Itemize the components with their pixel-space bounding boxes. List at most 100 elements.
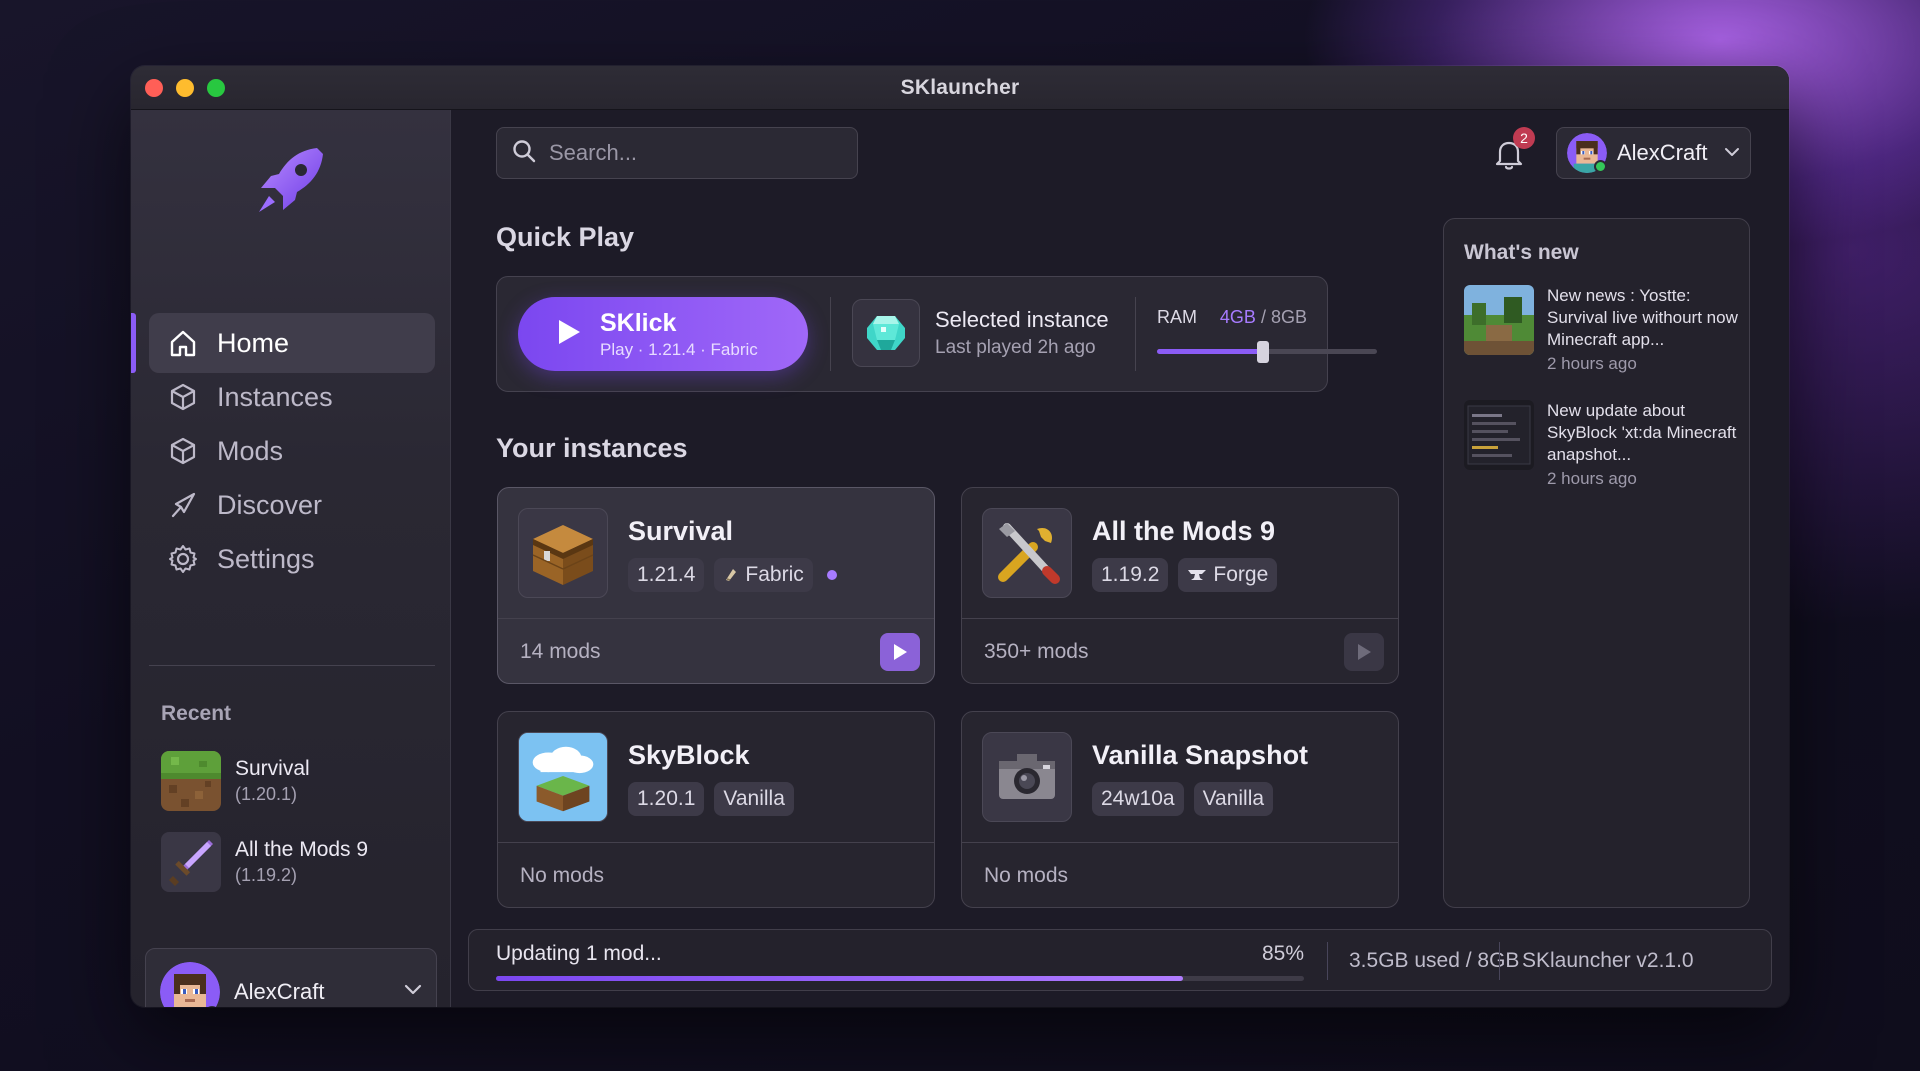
instance-card-all-the-mods-9[interactable]: All the Mods 9 1.19.2 Forge 350+ mods [961, 487, 1399, 684]
sidebar-item-mods[interactable]: Mods [149, 421, 435, 481]
instance-footer: 14 mods [498, 618, 934, 683]
instance-play-button[interactable] [880, 633, 920, 671]
loader-tag: Vanilla [714, 782, 794, 816]
app-version: SKlauncher v2.1.0 [1522, 949, 1694, 972]
mod-count: No mods [984, 864, 1069, 887]
active-dot [826, 570, 837, 580]
diamond-icon [852, 299, 920, 367]
selected-instance-title: Selected instance [935, 307, 1109, 332]
news-time: 2 hours ago [1547, 469, 1637, 488]
version-tag: 1.19.2 [1092, 558, 1169, 592]
title-bar: SKlauncher [131, 66, 1789, 110]
account-name: AlexCraft [1617, 140, 1708, 165]
sidebar-item-label: Settings [217, 543, 315, 574]
instance-footer: No mods [498, 842, 934, 907]
news-thumbnail [1464, 285, 1534, 355]
recent-item-all-the-mods-9[interactable]: All the Mods 9 (1.19.2) [161, 832, 368, 892]
version-tag: 1.20.1 [628, 782, 705, 816]
quick-play-heading: Quick Play [496, 222, 635, 252]
online-status-dot [1594, 160, 1607, 173]
grass-block-icon [161, 751, 221, 811]
quick-play-card: SKlick Play · 1.21.4 · Fabric Selected i… [496, 276, 1377, 392]
active-indicator [131, 313, 136, 373]
status-bar: Updating 1 mod... 85% 3.5GB used / 8GB S… [468, 929, 1772, 991]
sidebar-account-switcher[interactable]: AlexCraft [145, 948, 437, 1007]
ram-slider[interactable] [1157, 341, 1377, 363]
ram-allocated: 4GB [1219, 307, 1256, 327]
camera-icon [982, 732, 1072, 822]
recent-heading: Recent [161, 702, 232, 725]
whats-new-panel: What's new New news : Yostte: Survival l… [1443, 218, 1750, 908]
account-menu-button[interactable]: AlexCraft [1556, 127, 1751, 179]
sidebar-item-instances[interactable]: Instances [149, 367, 435, 427]
instance-name: Vanilla Snapshot [1092, 740, 1309, 770]
news-text: New news : Yostte: Survival live withour… [1547, 286, 1738, 349]
app-window: SKlauncher Home Instances Mods Discover … [131, 66, 1789, 1007]
avatar [160, 962, 220, 1007]
instance-tags: 1.20.1 Vanilla [628, 782, 794, 816]
home-icon [167, 327, 199, 359]
instance-name: SkyBlock [628, 740, 750, 770]
news-time: 2 hours ago [1547, 354, 1637, 373]
tools-icon [982, 508, 1072, 598]
account-name: AlexCraft [234, 979, 325, 1004]
sidebar-item-label: Mods [217, 435, 284, 466]
news-thumbnail [1464, 400, 1534, 470]
sword-icon [161, 832, 221, 892]
search-field[interactable] [496, 127, 858, 179]
chevron-down-icon [404, 983, 422, 1001]
chevron-down-icon [1724, 144, 1740, 162]
instance-play-button[interactable] [1344, 633, 1384, 671]
ram-value: 4GB / 8GB [1220, 307, 1307, 328]
sidebar-item-label: Home [217, 327, 290, 358]
instance-card-vanilla-snapshot[interactable]: Vanilla Snapshot 24w10a Vanilla No mods [961, 711, 1399, 908]
instance-card-survival[interactable]: Survival 1.21.4 Fabric 14 mods [497, 487, 935, 684]
mod-count: 350+ mods [984, 640, 1089, 663]
update-progress-fill [496, 976, 1183, 981]
loader-tag: Vanilla [1193, 782, 1274, 816]
instance-footer: 350+ mods [962, 618, 1398, 683]
instance-tags: 24w10a Vanilla [1092, 782, 1274, 816]
recent-item-version: (1.20.1) [235, 784, 298, 804]
play-button-title: SKlick [600, 308, 677, 337]
sidebar-item-label: Discover [217, 489, 323, 520]
avatar [1567, 133, 1607, 173]
divider [1135, 297, 1136, 371]
search-icon [511, 138, 537, 169]
recent-item-version: (1.19.2) [235, 865, 298, 885]
update-progress-bar [496, 976, 1304, 981]
sidebar-item-discover[interactable]: Discover [149, 475, 435, 535]
ram-label: RAM [1157, 307, 1197, 327]
recent-item-name: Survival [235, 757, 310, 780]
sidebar-divider [149, 665, 435, 666]
ram-slider-handle[interactable] [1256, 341, 1269, 363]
instance-name: Survival [628, 516, 734, 546]
skyblock-icon [518, 732, 608, 822]
sidebar: Home Instances Mods Discover Settings Re… [131, 110, 451, 1007]
sidebar-item-label: Instances [217, 381, 333, 412]
ram-slider-fill [1157, 349, 1263, 354]
compass-icon [167, 489, 199, 521]
play-icon [894, 644, 907, 660]
window-controls [145, 79, 225, 97]
notification-count-badge: 2 [1513, 127, 1535, 149]
sidebar-item-home[interactable]: Home [149, 313, 435, 373]
instance-card-skyblock[interactable]: SkyBlock 1.20.1 Vanilla No mods [497, 711, 935, 908]
news-item[interactable]: New news : Yostte: Survival live withour… [1464, 285, 1739, 374]
play-icon [556, 318, 582, 351]
news-item[interactable]: New update about SkyBlock 'xt:da Minecra… [1464, 400, 1739, 489]
update-percent: 85% [1262, 942, 1305, 965]
play-icon [1358, 644, 1371, 660]
recent-item-survival[interactable]: Survival (1.20.1) [161, 751, 310, 811]
quick-play-button[interactable]: SKlick Play · 1.21.4 · Fabric [518, 297, 808, 371]
search-input[interactable] [549, 140, 829, 166]
sidebar-item-settings[interactable]: Settings [149, 529, 435, 589]
mod-count: 14 mods [520, 640, 601, 663]
minimize-window-button[interactable] [176, 79, 194, 97]
news-text: New update about SkyBlock 'xt:da Minecra… [1547, 401, 1737, 464]
chest-icon [518, 508, 608, 598]
instance-tags: 1.19.2 Forge [1092, 558, 1278, 592]
zoom-window-button[interactable] [207, 79, 225, 97]
version-tag: 24w10a [1092, 782, 1184, 816]
close-window-button[interactable] [145, 79, 163, 97]
